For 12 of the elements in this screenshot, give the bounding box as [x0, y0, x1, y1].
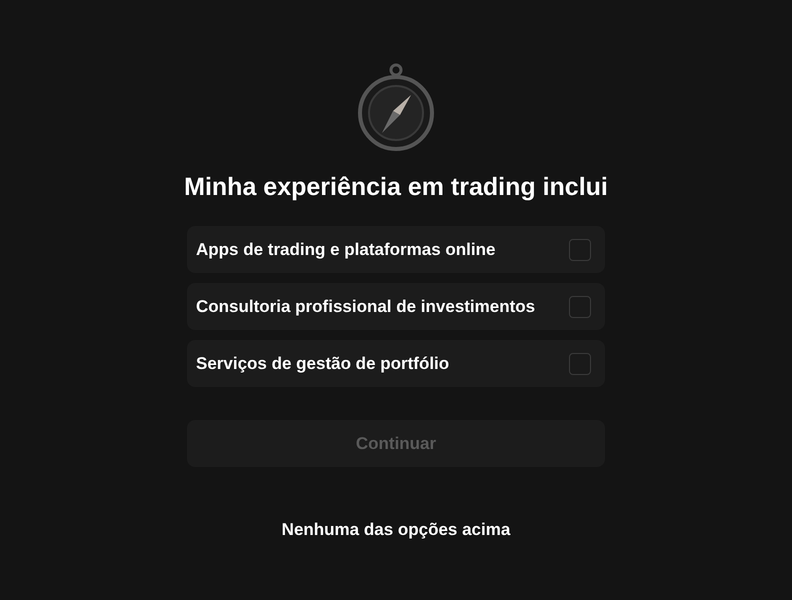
checkbox[interactable] [569, 352, 591, 374]
checkbox[interactable] [569, 238, 591, 260]
option-label: Serviços de gestão de portfólio [196, 354, 450, 374]
compass-icon [356, 63, 436, 153]
option-label: Consultoria profissional de investimentos [196, 296, 536, 316]
checkbox[interactable] [569, 296, 591, 318]
none-link[interactable]: Nenhuma das opções acima [282, 520, 510, 540]
option-row[interactable]: Serviços de gestão de portfólio [187, 340, 605, 387]
option-label: Apps de trading e plataformas online [196, 240, 496, 260]
page-title: Minha experiência em trading inclui [184, 173, 608, 202]
option-row[interactable]: Apps de trading e plataformas online [187, 226, 605, 273]
option-row[interactable]: Consultoria profissional de investimentos [187, 283, 605, 330]
